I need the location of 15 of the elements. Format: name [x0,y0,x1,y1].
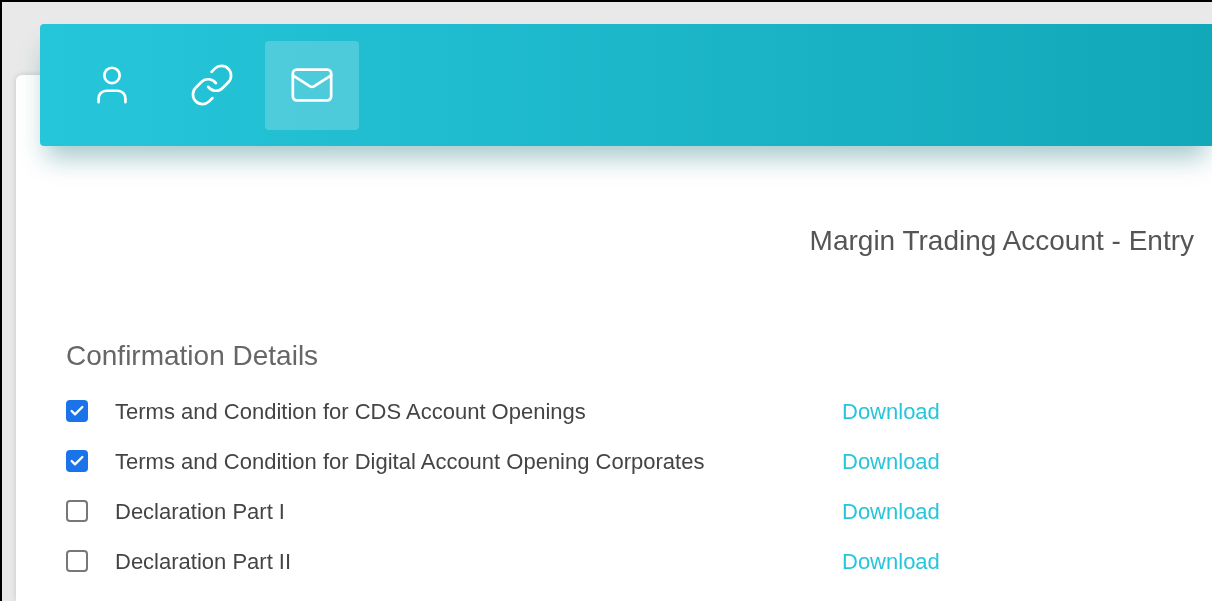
page-title: Margin Trading Account - Entry [809,224,1194,258]
download-link[interactable]: Download [842,394,940,428]
download-link[interactable]: Download [842,494,940,528]
item-label: Terms and Condition for CDS Account Openings [115,397,587,426]
checkbox[interactable] [66,450,88,472]
download-link[interactable]: Download [842,544,940,578]
download-link[interactable]: Download [842,444,940,478]
item-label: Terms and Condition for Digital Account Opening Corporates [115,447,706,476]
item-label: Declaration Part II [115,547,293,576]
item-label: Declaration Part I [115,497,286,526]
checkbox[interactable] [66,550,88,572]
section-heading: Confirmation Details [66,339,320,373]
checkbox[interactable] [66,400,88,422]
link-icon [189,62,235,108]
checkbox[interactable] [66,500,88,522]
